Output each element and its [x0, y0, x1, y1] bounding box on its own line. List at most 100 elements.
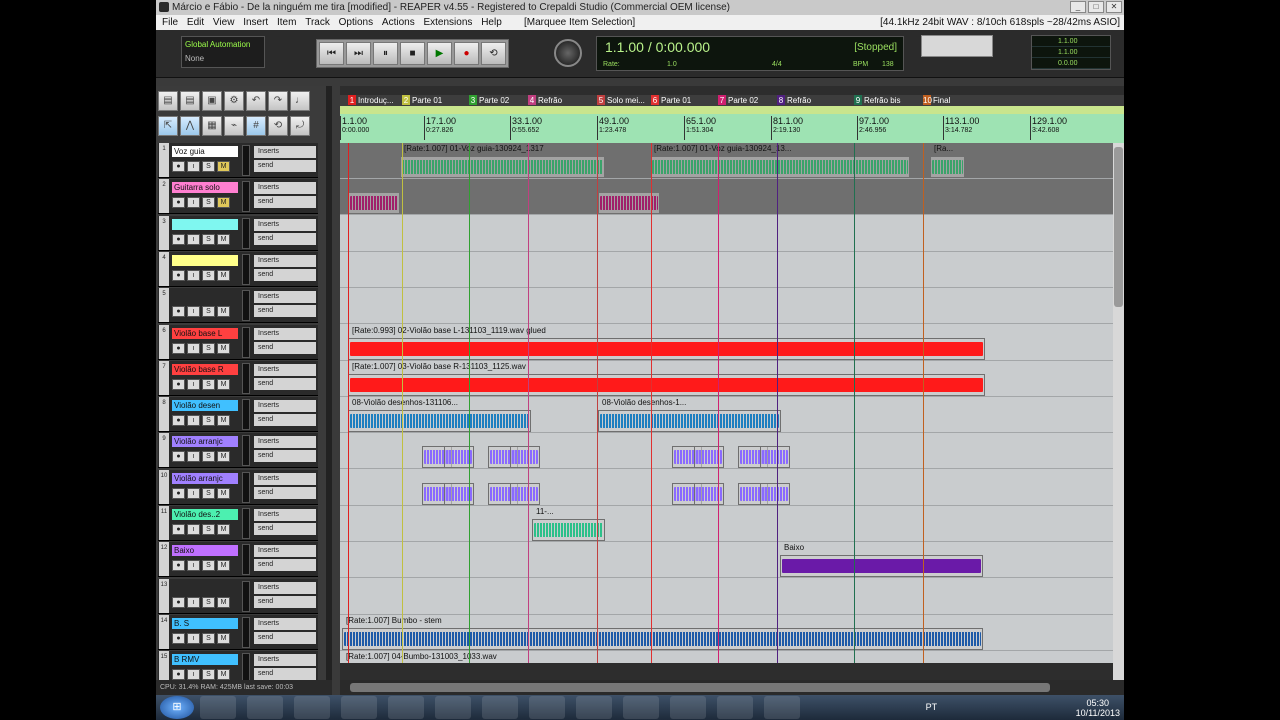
- solo-button[interactable]: S: [202, 560, 215, 572]
- undo-icon[interactable]: ↶: [246, 91, 266, 111]
- track-name-field[interactable]: [172, 581, 238, 593]
- send-button[interactable]: send: [254, 668, 316, 681]
- title-bar[interactable]: Márcio e Fábio - De la ninguém me tira […: [156, 0, 1124, 15]
- stop-button[interactable]: ■: [400, 42, 425, 65]
- marker-9[interactable]: 9 Refrão bis: [854, 95, 900, 106]
- input-monitor-button[interactable]: ı: [187, 596, 200, 608]
- track-header[interactable]: 7 Violão base R ● ı S M Inserts send: [158, 360, 318, 396]
- record-arm-button[interactable]: ●: [172, 415, 185, 427]
- input-monitor-button[interactable]: ı: [187, 269, 200, 281]
- solo-button[interactable]: S: [202, 524, 215, 535]
- record-arm-button[interactable]: ●: [172, 306, 185, 318]
- track-name-field[interactable]: Violão arranjc: [172, 472, 238, 484]
- track-name-field[interactable]: Violão des..2: [172, 509, 238, 520]
- track-name-field[interactable]: B RMV: [172, 654, 238, 666]
- input-monitor-button[interactable]: ı: [187, 415, 200, 427]
- ripple-icon[interactable]: ⇱: [158, 115, 178, 136]
- snap-icon[interactable]: ⌁: [224, 115, 244, 136]
- track-lane[interactable]: [340, 506, 1113, 542]
- solo-button[interactable]: S: [202, 415, 215, 427]
- track-name-field[interactable]: [172, 291, 238, 303]
- track-name-field[interactable]: Voz guia: [172, 146, 238, 157]
- inserts-button[interactable]: Inserts: [254, 581, 316, 594]
- track-lane[interactable]: [340, 579, 1113, 615]
- menu-edit[interactable]: Edit: [187, 17, 204, 28]
- input-monitor-button[interactable]: ı: [187, 487, 200, 499]
- global-automation-panel[interactable]: Global Automation None: [181, 36, 265, 68]
- mute-button[interactable]: M: [217, 524, 230, 535]
- track-header[interactable]: 1 Voz guia ● ı S M Inserts send: [158, 143, 318, 178]
- media-item[interactable]: [760, 482, 790, 505]
- clock[interactable]: 05:30 10/11/2013: [1076, 698, 1120, 718]
- inserts-button[interactable]: Inserts: [254, 654, 316, 667]
- send-button[interactable]: send: [254, 341, 316, 354]
- inserts-button[interactable]: Inserts: [254, 472, 316, 485]
- media-item[interactable]: [510, 482, 540, 505]
- mute-button[interactable]: M: [217, 161, 230, 172]
- track-header[interactable]: 9 Violão arranjc ● ı S M Inserts send: [158, 433, 318, 469]
- media-item[interactable]: Baixo: [780, 543, 983, 578]
- track-lane[interactable]: [340, 288, 1113, 325]
- close-button[interactable]: ✕: [1106, 1, 1122, 13]
- input-monitor-button[interactable]: ı: [187, 524, 200, 535]
- inserts-button[interactable]: Inserts: [254, 436, 316, 449]
- language-indicator[interactable]: PT: [926, 702, 938, 712]
- app-icon[interactable]: [623, 696, 659, 719]
- send-button[interactable]: send: [254, 523, 316, 535]
- disk-icon[interactable]: ▣: [202, 91, 222, 111]
- inserts-button[interactable]: Inserts: [254, 182, 316, 195]
- mute-button[interactable]: M: [217, 487, 230, 499]
- media-item[interactable]: [Rate:1.007] Bumbo - stem: [342, 616, 983, 650]
- input-monitor-button[interactable]: ı: [187, 306, 200, 318]
- loop-icon[interactable]: ⟲: [268, 115, 288, 136]
- marker-6[interactable]: 6 Parte 01: [651, 95, 691, 106]
- repeat-button[interactable]: ⟲: [481, 42, 506, 65]
- mute-button[interactable]: M: [217, 451, 230, 463]
- record-arm-button[interactable]: ●: [172, 342, 185, 354]
- solo-button[interactable]: S: [202, 233, 215, 245]
- media-item[interactable]: [Rate:0.993] 02-Violão base L-131103_111…: [348, 326, 985, 360]
- solo-button[interactable]: S: [202, 378, 215, 390]
- mute-button[interactable]: M: [217, 378, 230, 390]
- app-icon[interactable]: [294, 696, 330, 719]
- go-to-end-button[interactable]: ⏭: [346, 42, 371, 65]
- panel-divider[interactable]: [326, 86, 332, 680]
- track-name-field[interactable]: Violão desen: [172, 400, 238, 412]
- app-icon[interactable]: [717, 696, 753, 719]
- track-name-field[interactable]: Baixo: [172, 545, 238, 557]
- app-icon[interactable]: [341, 696, 377, 719]
- track-header[interactable]: 2 Guitarra solo ● ı S M Inserts send: [158, 179, 318, 215]
- explorer-icon[interactable]: [200, 696, 236, 719]
- lock-icon[interactable]: ⤾: [290, 115, 310, 136]
- input-monitor-button[interactable]: ı: [187, 161, 200, 172]
- media-item[interactable]: [Rate:1.007] 03-Violão base R-131103_112…: [348, 362, 985, 396]
- mute-button[interactable]: M: [217, 269, 230, 281]
- track-name-field[interactable]: [172, 218, 238, 230]
- inserts-button[interactable]: Inserts: [254, 218, 316, 231]
- inserts-button[interactable]: Inserts: [254, 254, 316, 267]
- inserts-button[interactable]: Inserts: [254, 400, 316, 413]
- marker-5[interactable]: 5 Solo mei...: [597, 95, 645, 106]
- go-to-start-button[interactable]: ⏮: [319, 42, 344, 65]
- menu-options[interactable]: Options: [339, 17, 373, 28]
- metronome-icon[interactable]: ♩: [290, 91, 310, 111]
- horizontal-scrollbar[interactable]: [340, 680, 1124, 695]
- send-button[interactable]: send: [254, 486, 316, 499]
- track-lane[interactable]: [340, 252, 1113, 288]
- record-arm-button[interactable]: ●: [172, 524, 185, 535]
- track-header[interactable]: 8 Violão desen ● ı S M Inserts send: [158, 397, 318, 433]
- mute-button[interactable]: M: [217, 233, 230, 245]
- send-button[interactable]: send: [254, 595, 316, 608]
- input-monitor-button[interactable]: ı: [187, 669, 200, 681]
- marker-4[interactable]: 4 Refrão: [528, 95, 562, 106]
- track-name-field[interactable]: Violão base L: [172, 327, 238, 339]
- timeline-ruler[interactable]: 1.1.00 0:00.000 17.1.00 0:27.826 33.1.00 0:55…: [339, 106, 1124, 143]
- time-signature[interactable]: 4/4: [772, 59, 782, 71]
- media-item[interactable]: [760, 446, 790, 469]
- app-icon[interactable]: [529, 696, 565, 719]
- app-icon[interactable]: [435, 696, 471, 719]
- mute-button[interactable]: M: [217, 415, 230, 427]
- media-item[interactable]: [Rate:1.007] 01-Voz guia-130924_13...: [650, 144, 910, 178]
- track-name-field[interactable]: [172, 254, 238, 266]
- mute-button[interactable]: M: [217, 596, 230, 608]
